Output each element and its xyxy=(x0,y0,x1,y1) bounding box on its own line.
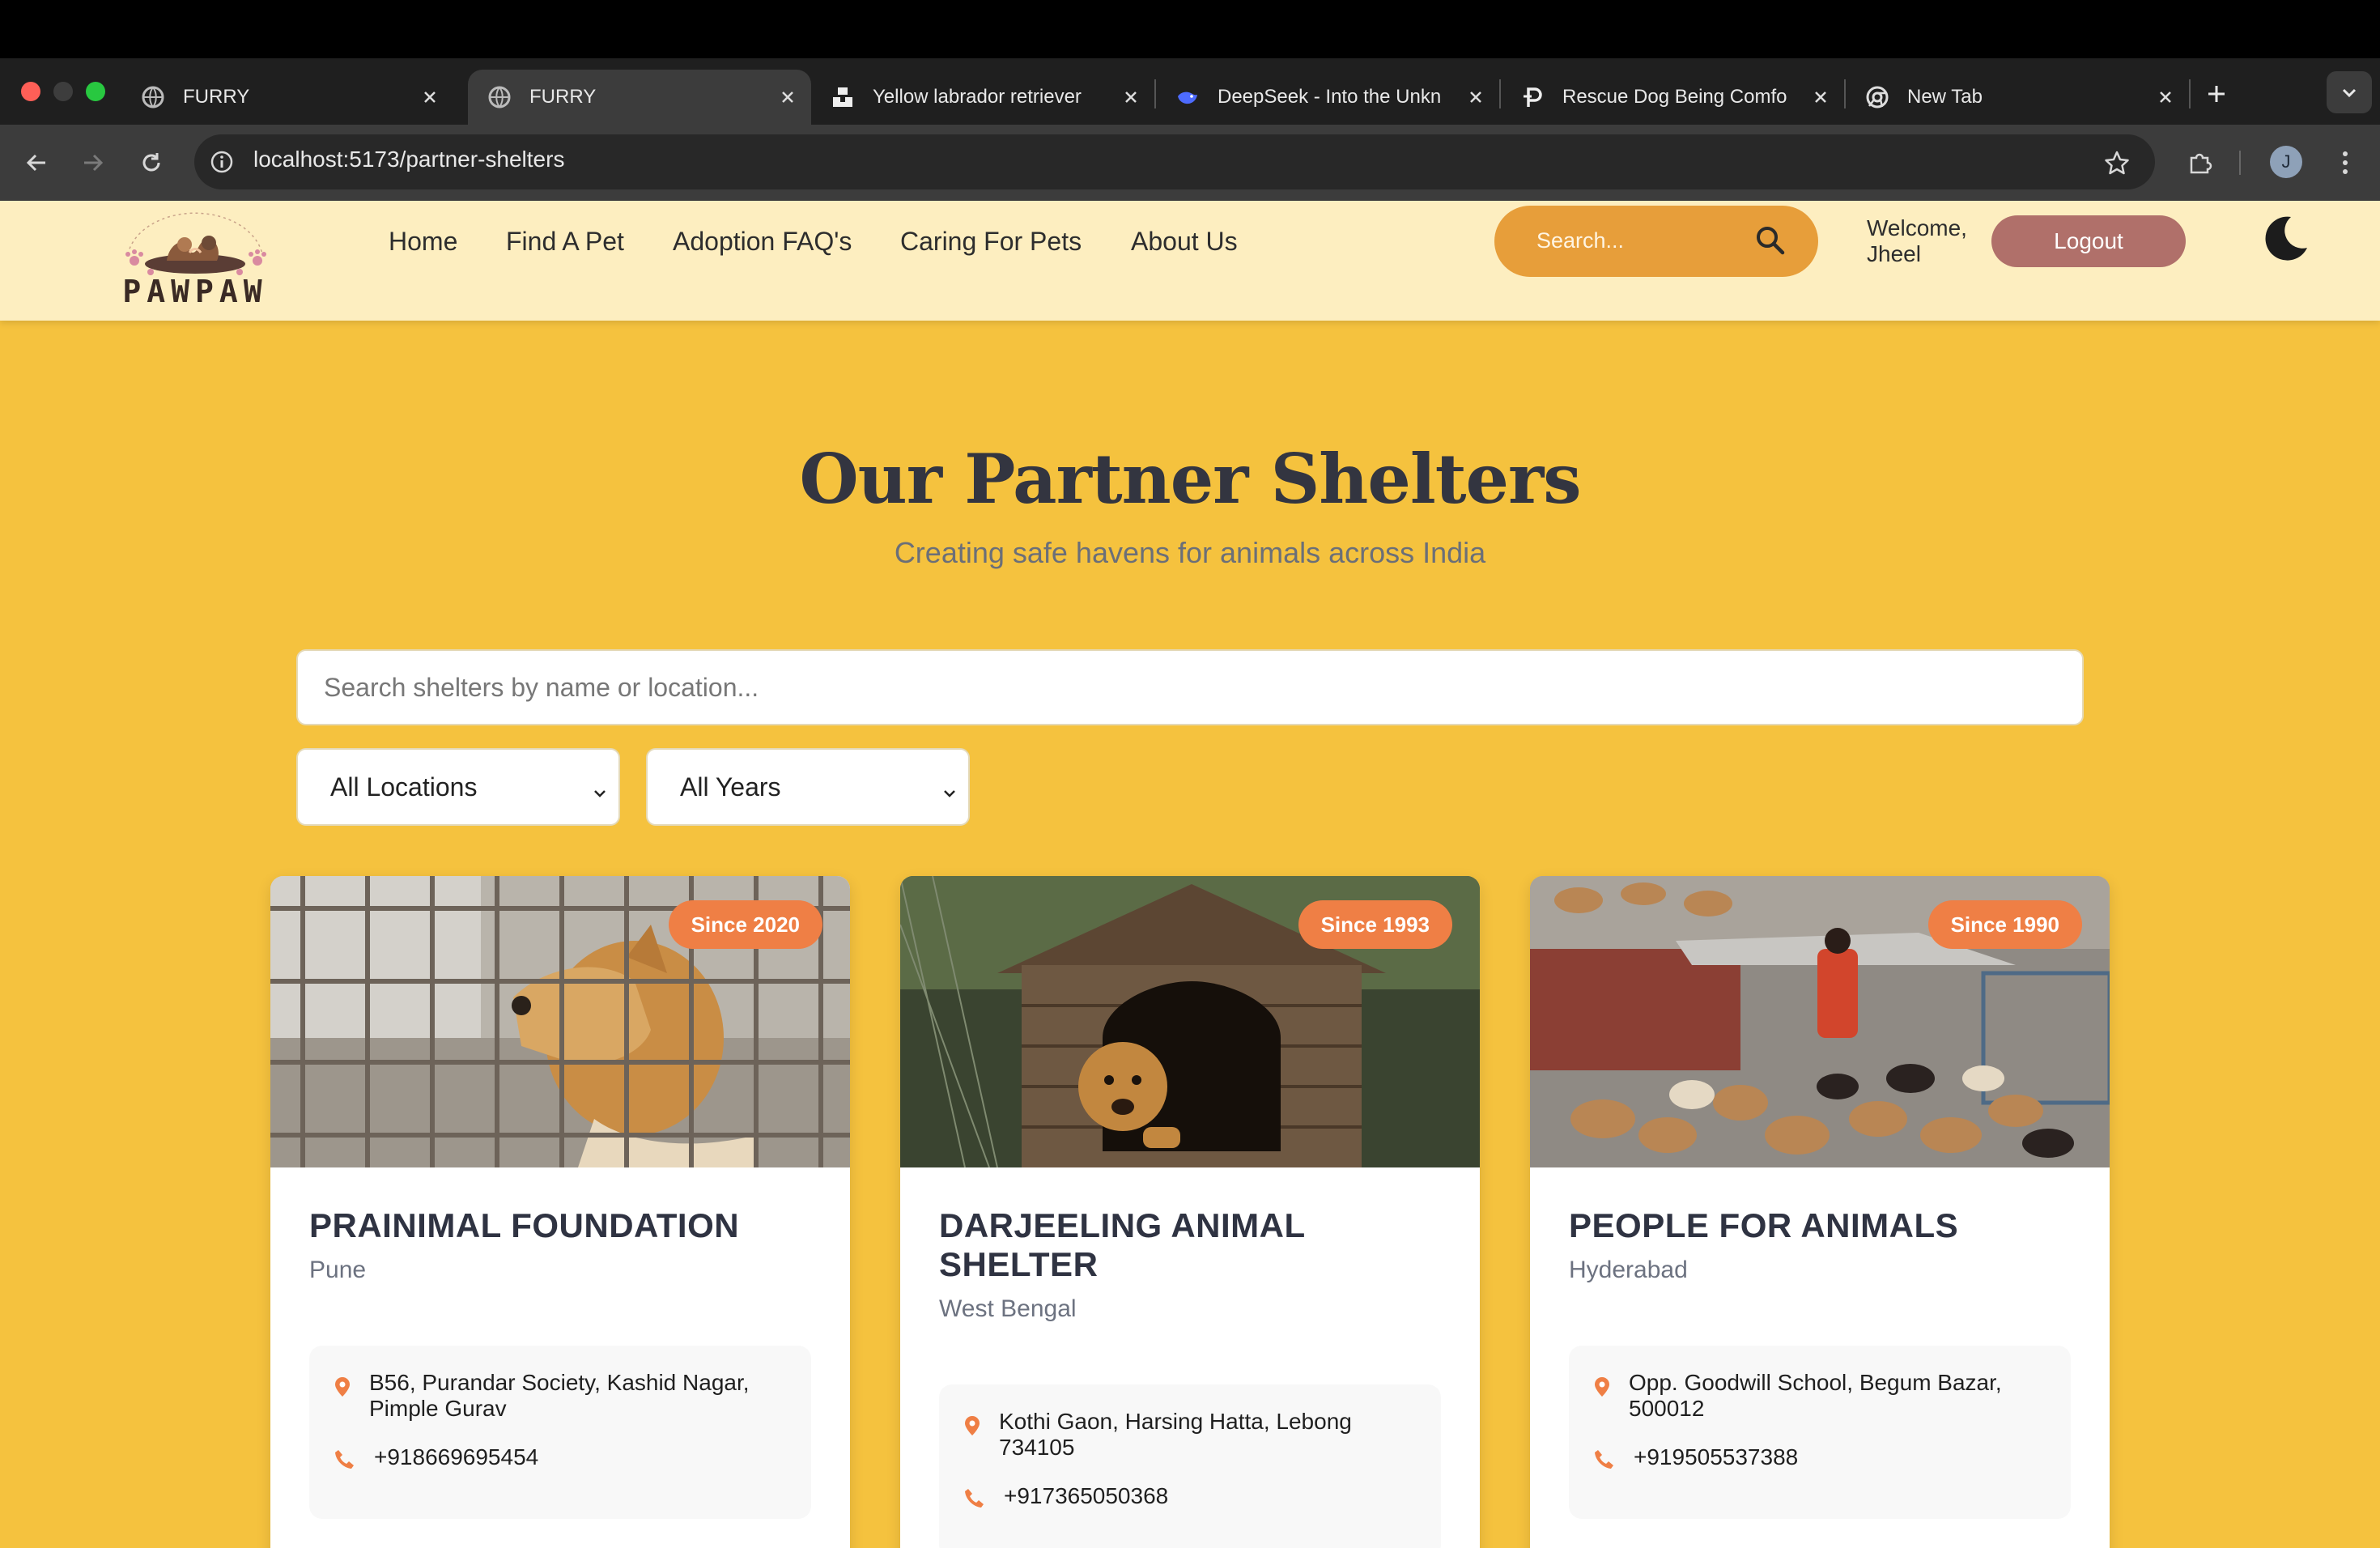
profile-avatar[interactable]: J xyxy=(2270,146,2302,178)
bookmark-star-icon[interactable] xyxy=(2098,144,2136,181)
site-navbar: PAWPAW Home Find A Pet Adoption FAQ's Ca… xyxy=(0,201,2380,321)
globe-icon xyxy=(487,85,512,109)
nav-search-placeholder: Search... xyxy=(1536,228,1625,253)
page-subtitle: Creating safe havens for animals across … xyxy=(894,536,1486,569)
nav-link-about-us[interactable]: About Us xyxy=(1131,227,1238,257)
year-filter-value: All Years xyxy=(680,772,781,802)
nav-link-home[interactable]: Home xyxy=(389,227,457,257)
shelter-phone[interactable]: +919505537388 xyxy=(1634,1444,1798,1470)
page-content: PAWPAW Home Find A Pet Adoption FAQ's Ca… xyxy=(0,201,2380,1548)
shelter-card[interactable]: Since 2020 PRAINIMAL FOUNDATION Pune B56… xyxy=(270,876,850,1548)
site-info-icon[interactable] xyxy=(207,147,236,176)
nav-search-bar[interactable]: Search... xyxy=(1494,206,1818,277)
unsplash-icon xyxy=(831,85,855,109)
deepseek-whale-icon xyxy=(1175,85,1200,109)
phone-icon xyxy=(963,1486,986,1509)
tab-title: Yellow labrador retriever xyxy=(873,86,1082,108)
shelter-address: Opp. Goodwill School, Begum Bazar, 50001… xyxy=(1629,1370,2002,1421)
close-tab-icon[interactable] xyxy=(776,85,800,109)
pexels-icon xyxy=(1520,85,1545,109)
shelter-card[interactable]: Since 1990 PEOPLE FOR ANIMALS Hyderabad … xyxy=(1530,876,2110,1548)
location-filter-select[interactable]: All Locations xyxy=(296,748,620,826)
tab-title: FURRY xyxy=(183,86,250,108)
shelter-address: B56, Purandar Society, Kashid Nagar, Pim… xyxy=(369,1370,750,1421)
since-badge: Since 2020 xyxy=(668,900,822,949)
phone-icon xyxy=(334,1448,356,1470)
shelter-name: DARJEELING ANIMAL SHELTER xyxy=(939,1206,1305,1283)
welcome-username: Jheel xyxy=(1867,241,1921,266)
chrome-icon xyxy=(1865,85,1889,109)
since-badge: Since 1993 xyxy=(1298,900,1452,949)
close-tab-icon[interactable] xyxy=(1808,85,1833,109)
tab-separator xyxy=(2189,79,2191,108)
nav-link-adoption-faqs[interactable]: Adoption FAQ's xyxy=(673,227,852,257)
logo-wordmark: PAWPAW xyxy=(122,274,268,309)
chevron-down-icon xyxy=(591,779,609,797)
shelter-location: West Bengal xyxy=(939,1295,1077,1322)
shelter-contact-box: Opp. Goodwill School, Begum Bazar, 50001… xyxy=(1569,1346,2071,1519)
tab-deepseek[interactable]: DeepSeek - Into the Unkn xyxy=(1156,70,1499,125)
tab-title: FURRY xyxy=(529,86,597,108)
search-icon[interactable] xyxy=(1753,223,1787,257)
page-title: Our Partner Shelters xyxy=(799,439,1581,519)
shelter-location: Pune xyxy=(309,1257,367,1283)
location-pin-icon xyxy=(963,1415,981,1436)
menu-bar-area xyxy=(0,0,2380,58)
welcome-message: Welcome, Jheel xyxy=(1867,215,1967,267)
shelter-contact-box: Kothi Gaon, Harsing Hatta, Lebong 734105… xyxy=(939,1384,1441,1548)
location-pin-icon xyxy=(1593,1376,1611,1397)
tab-furry-1[interactable]: FURRY xyxy=(121,70,453,125)
shelter-name: PEOPLE FOR ANIMALS xyxy=(1569,1206,1959,1244)
back-arrow-icon[interactable] xyxy=(18,144,55,181)
tab-search-chevron-icon[interactable] xyxy=(2327,71,2372,113)
logout-button[interactable]: Logout xyxy=(1991,215,2186,267)
minimize-window-button[interactable] xyxy=(53,82,73,101)
close-window-button[interactable] xyxy=(21,82,40,101)
location-filter-value: All Locations xyxy=(330,772,478,802)
dark-mode-moon-icon[interactable] xyxy=(2259,212,2312,266)
tab-yellow-labrador[interactable]: Yellow labrador retriever xyxy=(811,70,1154,125)
shelter-phone[interactable]: +917365050368 xyxy=(1004,1483,1168,1509)
browser-menu-icon[interactable] xyxy=(2327,144,2364,181)
tab-title: New Tab xyxy=(1907,86,1983,108)
location-pin-icon xyxy=(334,1376,351,1397)
since-badge: Since 1990 xyxy=(1927,900,2082,949)
url-text[interactable]: localhost:5173/partner-shelters xyxy=(253,147,564,172)
nav-link-find-a-pet[interactable]: Find A Pet xyxy=(506,227,624,257)
shelter-search-input[interactable] xyxy=(296,649,2084,725)
welcome-label: Welcome, xyxy=(1867,215,1967,240)
year-filter-select[interactable]: All Years xyxy=(646,748,970,826)
shelter-card[interactable]: Since 1993 DARJEELING ANIMAL SHELTER Wes… xyxy=(900,876,1480,1548)
tab-furry-2[interactable]: FURRY xyxy=(468,70,811,125)
close-tab-icon[interactable] xyxy=(2153,85,2178,109)
close-tab-icon[interactable] xyxy=(1464,85,1488,109)
globe-icon xyxy=(141,85,165,109)
shelter-contact-box: B56, Purandar Society, Kashid Nagar, Pim… xyxy=(309,1346,811,1519)
shelter-location: Hyderabad xyxy=(1569,1257,1688,1283)
tab-rescue-dog[interactable]: Rescue Dog Being Comfo xyxy=(1501,70,1844,125)
reload-icon[interactable] xyxy=(133,144,170,181)
extensions-puzzle-icon[interactable] xyxy=(2181,144,2218,181)
phone-icon xyxy=(1593,1448,1616,1470)
pawpaw-logo[interactable]: PAWPAW xyxy=(110,207,280,313)
new-tab-plus-icon[interactable] xyxy=(2200,78,2233,110)
tab-title: Rescue Dog Being Comfo xyxy=(1562,86,1787,108)
close-tab-icon[interactable] xyxy=(1119,85,1143,109)
close-tab-icon[interactable] xyxy=(418,85,442,109)
tab-title: DeepSeek - Into the Unkn xyxy=(1218,86,1442,108)
forward-arrow-icon[interactable] xyxy=(74,144,112,181)
tab-new-tab[interactable]: New Tab xyxy=(1846,70,2189,125)
maximize-window-button[interactable] xyxy=(86,82,105,101)
shelter-address: Kothi Gaon, Harsing Hatta, Lebong 734105 xyxy=(999,1409,1352,1460)
shelter-name: PRAINIMAL FOUNDATION xyxy=(309,1206,740,1244)
shelter-phone[interactable]: +918669695454 xyxy=(374,1444,538,1470)
toolbar-divider xyxy=(2239,151,2241,175)
chevron-down-icon xyxy=(941,779,958,797)
nav-link-caring-for-pets[interactable]: Caring For Pets xyxy=(900,227,1082,257)
